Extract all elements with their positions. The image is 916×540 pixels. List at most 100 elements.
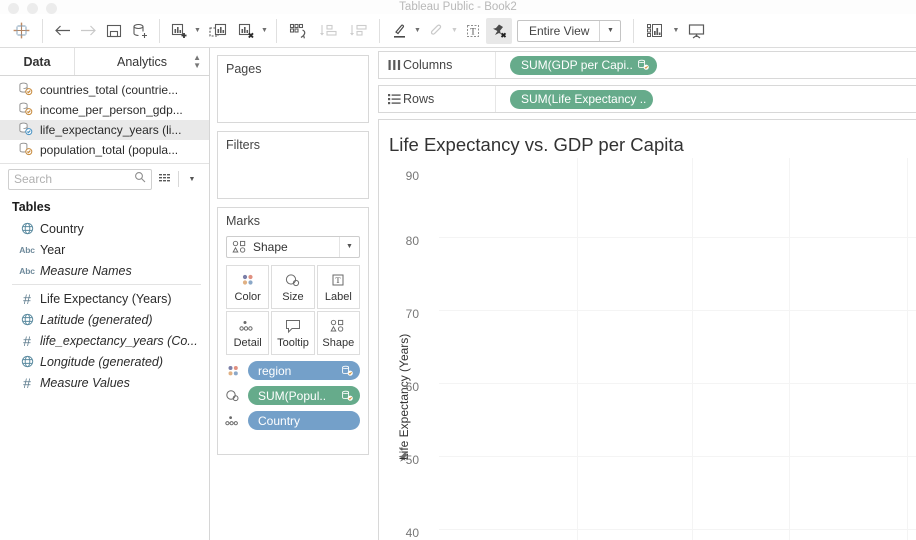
chevron-down-icon[interactable]: ▼ (600, 27, 620, 34)
new-data-source-icon[interactable] (127, 18, 153, 44)
paperclip-icon[interactable] (423, 18, 449, 44)
shelf-divider (495, 86, 496, 112)
tab-analytics[interactable]: Analytics ▲▼ (74, 48, 209, 75)
field-label: Latitude (generated) (40, 313, 153, 327)
svg-text:T: T (336, 275, 342, 285)
marks-pill-region[interactable]: region (248, 361, 360, 380)
window-title: Tableau Public - Book2 (0, 0, 916, 14)
number-icon: # (14, 334, 40, 348)
search-input[interactable]: Search (8, 169, 152, 190)
pill-label: SUM(Popul.. (258, 389, 340, 403)
field-row-latitude[interactable]: Latitude (generated) (0, 309, 209, 330)
marks-color-button[interactable]: Color (226, 265, 269, 309)
marks-label-button[interactable]: T Label (317, 265, 360, 309)
fit-dropdown[interactable]: Entire View ▼ (517, 20, 621, 42)
sort-updown-icon[interactable]: ▲▼ (193, 54, 201, 70)
field-row-life-expectancy[interactable]: # Life Expectancy (Years) (0, 288, 209, 309)
marks-size-button[interactable]: Size (271, 265, 314, 309)
gridline-vertical (789, 158, 790, 540)
paperclip-caret-icon[interactable]: ▼ (449, 18, 460, 44)
field-row-longitude[interactable]: Longitude (generated) (0, 351, 209, 372)
abc-icon: Abc (14, 245, 40, 255)
plot-area[interactable] (439, 158, 916, 540)
marks-shape-button[interactable]: Shape (317, 311, 360, 355)
presentation-mode-icon[interactable] (681, 18, 711, 44)
mark-type-dropdown[interactable]: Shape ▼ (226, 236, 360, 258)
new-worksheet-icon[interactable] (166, 18, 192, 44)
marks-detail-button[interactable]: Detail (226, 311, 269, 355)
gridline-vertical (577, 158, 578, 540)
svg-text:T: T (470, 26, 476, 36)
pages-card-title: Pages (218, 56, 368, 76)
color-icon (224, 364, 244, 378)
pill-label: SUM(GDP per Capi.. (521, 58, 633, 72)
window-title-bar: Tableau Public - Book2 (0, 0, 916, 14)
chevron-down-icon[interactable]: ▼ (339, 237, 359, 257)
database-icon (18, 142, 40, 159)
data-source-label: income_per_person_gdp... (40, 103, 183, 117)
field-label: Measure Values (40, 376, 130, 390)
columns-shelf-label: Columns (403, 58, 495, 72)
gridline-horizontal (439, 383, 916, 384)
fix-axes-icon[interactable] (486, 18, 512, 44)
highlight-icon[interactable] (386, 18, 412, 44)
pages-card[interactable]: Pages (217, 55, 369, 123)
field-label: Longitude (generated) (40, 355, 163, 369)
highlight-caret-icon[interactable]: ▼ (412, 18, 423, 44)
data-source-icon (18, 122, 40, 139)
columns-shelf[interactable]: Columns SUM(GDP per Capi.. (378, 51, 916, 79)
rows-shelf[interactable]: Rows SUM(Life Expectancy .. (378, 85, 916, 113)
forward-arrow-icon[interactable] (75, 18, 101, 44)
sort-ascending-icon[interactable] (313, 18, 343, 44)
field-label: life_expectancy_years (Co... (40, 334, 198, 348)
chart-title: Life Expectancy vs. GDP per Capita (389, 134, 684, 156)
chevron-down-icon[interactable]: ▼ (183, 169, 201, 189)
clear-sheet-caret-icon[interactable]: ▼ (259, 18, 270, 44)
detail-icon (224, 414, 244, 428)
toolbar-group-logo (0, 14, 42, 48)
field-row-life-expectancy-years-count[interactable]: # life_expectancy_years (Co... (0, 330, 209, 351)
worksheet-view[interactable]: Life Expectancy vs. GDP per Capita Life … (378, 119, 916, 540)
y-axis-tick: 40 (379, 526, 419, 540)
marks-pill-sum-population[interactable]: SUM(Popul.. (248, 386, 360, 405)
marks-tooltip-button[interactable]: Tooltip (271, 311, 314, 355)
clear-sheet-icon[interactable] (233, 18, 259, 44)
tableau-logo-icon[interactable] (6, 21, 36, 40)
globe-icon (14, 222, 40, 235)
data-source-icon (18, 82, 40, 99)
marks-pill-country[interactable]: Country (248, 411, 360, 430)
cards-column: Pages Filters Marks Shape ▼ (217, 55, 369, 455)
swap-rows-columns-icon[interactable] (283, 18, 313, 44)
field-row-measure-values[interactable]: # Measure Values (0, 372, 209, 393)
show-me-caret-icon[interactable]: ▼ (670, 18, 681, 44)
data-source-row[interactable]: countries_total (countrie... (0, 80, 209, 100)
rows-pill-life-expectancy[interactable]: SUM(Life Expectancy .. (510, 90, 653, 109)
data-pane-tabs: Data Analytics ▲▼ (0, 48, 209, 76)
sort-descending-icon[interactable] (343, 18, 373, 44)
search-placeholder: Search (14, 172, 134, 186)
show-me-icon[interactable] (640, 18, 670, 44)
columns-icon (379, 59, 403, 71)
data-source-row[interactable]: income_per_person_gdp... (0, 100, 209, 120)
search-divider (178, 171, 179, 187)
tab-data[interactable]: Data (0, 48, 74, 75)
field-row-year[interactable]: Abc Year (0, 239, 209, 260)
size-icon (284, 271, 302, 289)
save-icon[interactable] (101, 18, 127, 44)
filters-card[interactable]: Filters (217, 131, 369, 199)
field-row-measure-names[interactable]: Abc Measure Names (0, 260, 209, 281)
marks-card: Marks Shape ▼ Color (217, 207, 369, 455)
data-source-row-selected[interactable]: life_expectancy_years (li... (0, 120, 209, 140)
rows-icon (379, 93, 403, 105)
marks-button-label: Detail (234, 337, 262, 349)
new-worksheet-caret-icon[interactable]: ▼ (192, 18, 203, 44)
columns-pill-gdp-per-capita[interactable]: SUM(GDP per Capi.. (510, 56, 657, 75)
field-row-country[interactable]: Country (0, 218, 209, 239)
back-arrow-icon[interactable] (49, 18, 75, 44)
marks-buttons-grid: Color Size T Label (226, 265, 360, 355)
data-source-row[interactable]: population_total (popula... (0, 140, 209, 160)
grid-view-icon[interactable] (156, 169, 174, 189)
fit-value: Entire View (518, 21, 599, 41)
show-labels-icon[interactable]: T (460, 18, 486, 44)
duplicate-sheet-icon[interactable] (203, 18, 233, 44)
